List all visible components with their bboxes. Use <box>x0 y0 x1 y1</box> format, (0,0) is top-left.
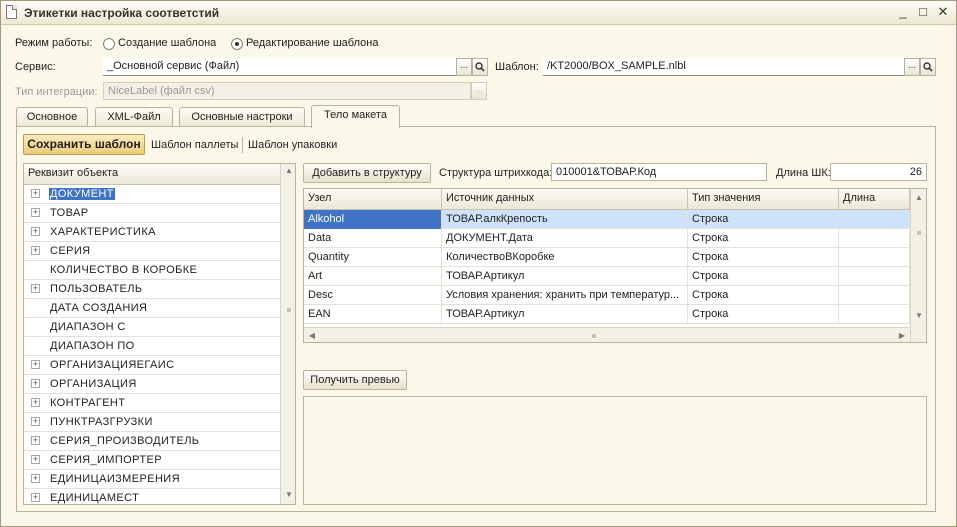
main-window: Этикетки настройка соответстий _ □ ✕ Реж… <box>0 0 957 527</box>
template-field[interactable]: /KT2000/BOX_SAMPLE.nlbl <box>543 58 905 76</box>
tree-item[interactable]: + КОНТРАГЕНТ <box>24 394 280 413</box>
tree-item[interactable]: КОЛИЧЕСТВО В КОРОБКЕ <box>24 261 280 280</box>
save-template-button[interactable]: Сохранить шаблон <box>23 134 145 155</box>
tree-item[interactable]: + СЕРИЯ_ПРОИЗВОДИТЕЛЬ <box>24 432 280 451</box>
toolbar-divider <box>242 137 243 153</box>
template-label: Шаблон: <box>495 61 539 73</box>
plus-box-icon[interactable]: + <box>31 227 40 236</box>
plus-box-icon[interactable]: + <box>31 284 40 293</box>
tab-main[interactable]: Основное <box>16 107 88 127</box>
plus-box-icon[interactable]: + <box>31 208 40 217</box>
tree-item[interactable]: + ПУНКТРАЗГРУЗКИ <box>24 413 280 432</box>
arrow-down-icon[interactable]: ▼ <box>281 488 295 502</box>
preview-area <box>303 396 927 505</box>
plus-box-icon[interactable]: + <box>31 436 40 445</box>
search-icon <box>475 62 485 72</box>
scroll-thumb[interactable] <box>592 334 596 338</box>
document-icon <box>6 5 17 19</box>
tab-main-settings[interactable]: Основные настроки <box>179 107 305 127</box>
table-row[interactable]: Alkohol ТОВАР.алкКрепость Строка <box>304 210 910 229</box>
service-open-button[interactable] <box>472 58 488 76</box>
plus-box-icon[interactable]: + <box>31 493 40 502</box>
table-row[interactable]: Data ДОКУМЕНТ.Дата Строка <box>304 229 910 248</box>
scroll-thumb[interactable] <box>287 308 291 312</box>
column-header-source[interactable]: Источник данных <box>442 189 688 210</box>
barcode-length-field[interactable]: 26 <box>830 163 927 181</box>
arrow-left-icon[interactable]: ◀ <box>304 329 320 342</box>
radio-create-template-label[interactable]: Создание шаблона <box>118 37 216 49</box>
barcode-structure-field[interactable]: 010001&ТОВАР.Код <box>551 163 767 181</box>
pallet-template-button[interactable]: Шаблон паллеты <box>151 139 238 151</box>
add-to-structure-button[interactable]: Добавить в структуру <box>303 163 431 183</box>
service-label: Сервис: <box>15 61 56 73</box>
tree-scrollbar[interactable]: ▲ ▼ <box>280 164 295 504</box>
plus-box-icon[interactable]: + <box>31 189 40 198</box>
window-title: Этикетки настройка соответстий <box>24 6 220 20</box>
plus-box-icon[interactable]: + <box>31 398 40 407</box>
table-row[interactable]: EAN ТОВАР.Артикул Строка <box>304 305 910 324</box>
column-header-node[interactable]: Узел <box>304 189 442 210</box>
tree-item[interactable]: + ОРГАНИЗАЦИЯ <box>24 375 280 394</box>
plus-box-icon[interactable]: + <box>31 455 40 464</box>
arrow-right-icon[interactable]: ▶ <box>894 329 910 342</box>
column-header-type[interactable]: Тип значения <box>688 189 839 210</box>
tab-xml-file[interactable]: XML-Файл <box>95 107 173 127</box>
tab-layout-body[interactable]: Тело макета <box>311 105 400 128</box>
table-horizontal-scrollbar[interactable]: ◀ ▶ <box>304 327 910 342</box>
table-row[interactable]: Art ТОВАР.Артикул Строка <box>304 267 910 286</box>
tree-item[interactable]: ДИАПАЗОН ПО <box>24 337 280 356</box>
barcode-length-label: Длина ШК: <box>776 167 831 179</box>
plus-box-icon[interactable]: + <box>31 417 40 426</box>
plus-box-icon[interactable]: + <box>31 379 40 388</box>
close-button[interactable]: ✕ <box>935 4 951 20</box>
integration-label: Тип интеграции: <box>15 86 98 98</box>
mapping-table[interactable]: Узел Источник данных Тип значения Длина … <box>303 188 927 343</box>
template-choose-button[interactable]: ... <box>904 58 920 76</box>
maximize-button[interactable]: □ <box>915 4 931 20</box>
table-vertical-scrollbar[interactable]: ▲ ▼ <box>910 189 926 327</box>
tree-item[interactable]: + ПОЛЬЗОВАТЕЛЬ <box>24 280 280 299</box>
arrow-up-icon[interactable]: ▲ <box>281 164 295 178</box>
tree-item[interactable]: + ДОКУМЕНТ <box>24 185 280 204</box>
integration-field: NiceLabel (файл csv) <box>103 82 471 100</box>
tree-item[interactable]: ДАТА СОЗДАНИЯ <box>24 299 280 318</box>
tree-item[interactable]: + ЕДИНИЦАМЕСТ <box>24 489 280 504</box>
tree-item[interactable]: + ХАРАКТЕРИСТИКА <box>24 223 280 242</box>
arrow-down-icon[interactable]: ▼ <box>911 309 926 323</box>
plus-box-icon[interactable]: + <box>31 246 40 255</box>
radio-edit-template-label[interactable]: Редактирование шаблона <box>246 37 378 49</box>
table-row[interactable]: Desc Условия хранения: хранить при темпе… <box>304 286 910 305</box>
barcode-structure-label: Структура штрихкода: <box>439 167 553 179</box>
table-row[interactable]: Quantity КоличествоВКоробке Строка <box>304 248 910 267</box>
service-choose-button[interactable]: ... <box>456 58 472 76</box>
tree-item[interactable]: + ЕДИНИЦАИЗМЕРЕНИЯ <box>24 470 280 489</box>
title-bar[interactable]: Этикетки настройка соответстий _ □ ✕ <box>1 1 956 25</box>
mode-label: Режим работы: <box>15 37 93 49</box>
radio-edit-template[interactable] <box>231 38 243 50</box>
tree-item[interactable]: + ТОВАР <box>24 204 280 223</box>
integration-choose-button: ... <box>471 82 487 100</box>
tree-item[interactable]: + СЕРИЯ_ИМПОРТЕР <box>24 451 280 470</box>
service-field[interactable]: _Основной сервис (Файл) <box>103 58 456 76</box>
tree-item[interactable]: ДИАПАЗОН С <box>24 318 280 337</box>
tree-item[interactable]: + ОРГАНИЗАЦИЯЕГАИС <box>24 356 280 375</box>
scroll-corner <box>910 327 926 342</box>
arrow-up-icon[interactable]: ▲ <box>911 191 926 205</box>
radio-create-template[interactable] <box>103 38 115 50</box>
scroll-thumb[interactable] <box>917 231 921 235</box>
attribute-tree-header[interactable]: Реквизит объекта <box>24 164 280 185</box>
pack-template-button[interactable]: Шаблон упаковки <box>248 139 337 151</box>
attribute-tree[interactable]: Реквизит объекта + ДОКУМЕНТ + ТОВАР + ХАРАК… <box>23 163 296 505</box>
tree-item[interactable]: + СЕРИЯ <box>24 242 280 261</box>
get-preview-button[interactable]: Получить превью <box>303 370 407 390</box>
column-header-length[interactable]: Длина <box>839 189 910 210</box>
plus-box-icon[interactable]: + <box>31 360 40 369</box>
minimize-button[interactable]: _ <box>895 4 911 20</box>
template-open-button[interactable] <box>920 58 936 76</box>
search-icon <box>923 62 933 72</box>
plus-box-icon[interactable]: + <box>31 474 40 483</box>
